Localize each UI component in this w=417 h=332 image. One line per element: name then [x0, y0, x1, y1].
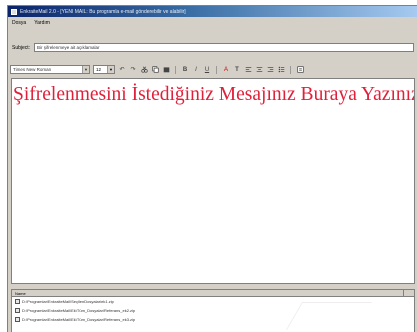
font-family-select[interactable]: Times New Roman ▼: [10, 65, 90, 74]
subject-label: Subject:: [12, 44, 31, 51]
text-icon[interactable]: T: [233, 66, 241, 74]
chevron-down-icon: ▼: [82, 66, 89, 73]
undo-icon[interactable]: ↶: [118, 66, 126, 74]
font-size-select[interactable]: 12 ▼: [93, 65, 115, 74]
insert-icon[interactable]: [296, 66, 304, 74]
menu-bar: Dosya Yardım: [8, 18, 417, 27]
copy-icon[interactable]: [151, 66, 159, 74]
title-bar[interactable]: EnkraiteMail 2.0 - [YENI MAIL: Bu progra…: [8, 6, 417, 17]
attachments-column-name: Name: [15, 291, 26, 296]
message-editor[interactable]: Şifrelenmesini İstediğiniz Mesajınız Bur…: [11, 78, 415, 284]
cut-icon[interactable]: [140, 66, 148, 74]
subject-row: Subject: Bir şifrelenmeye ait açıklamala…: [10, 43, 414, 52]
attachments-header[interactable]: Name: [12, 290, 414, 297]
bullets-icon[interactable]: [277, 66, 285, 74]
message-text: Şifrelenmesini İstediğiniz Mesajınız Bur…: [13, 84, 415, 105]
toolbar-divider: [290, 65, 291, 74]
toolbar-divider: [216, 65, 217, 74]
format-toolbar: Times New Roman ▼ 12 ▼ ↶ ↷ B I U A T: [10, 64, 414, 75]
file-icon: [15, 317, 20, 322]
attachment-path: D:\Programlar\EnkraiteMail\Ek\Tüm_Dosyal…: [22, 317, 136, 322]
menu-item-help[interactable]: Yardım: [34, 20, 50, 26]
subject-input[interactable]: Bir şifrelenmeye ait açıklamalar: [34, 43, 414, 52]
menu-item-file[interactable]: Dosya: [12, 20, 26, 26]
paste-icon[interactable]: [162, 66, 170, 74]
italic-icon[interactable]: I: [192, 66, 200, 74]
toolbar-divider: [175, 65, 176, 74]
attachment-path: D:\Programlar\EnkraiteMail\Ek\Tüm_Dosyal…: [22, 308, 136, 313]
window-title: EnkraiteMail 2.0 - [YENI MAIL: Bu progra…: [20, 8, 186, 15]
redo-icon[interactable]: ↷: [129, 66, 137, 74]
app-icon: [11, 8, 17, 15]
file-icon: [15, 299, 20, 304]
bold-icon[interactable]: B: [181, 66, 189, 74]
mail-window: EnkraiteMail 2.0 - [YENI MAIL: Bu progra…: [7, 5, 417, 332]
align-left-icon[interactable]: [244, 66, 252, 74]
align-center-icon[interactable]: [255, 66, 263, 74]
underline-icon[interactable]: U: [203, 66, 211, 74]
font-family-value: Times New Roman: [13, 67, 52, 72]
attachment-path: D:\Programlar\EnkraiteMail\SeçilenDosyal…: [22, 299, 114, 304]
attachments-list: Name D:\Programlar\EnkraiteMail\SeçilenD…: [11, 289, 415, 332]
chevron-down-icon: ▼: [107, 66, 114, 73]
font-color-icon[interactable]: A: [222, 66, 230, 74]
font-size-value: 12: [96, 67, 102, 72]
column-divider: [403, 290, 404, 297]
align-right-icon[interactable]: [266, 66, 274, 74]
background-decoration: [285, 302, 373, 330]
file-icon: [15, 308, 20, 313]
